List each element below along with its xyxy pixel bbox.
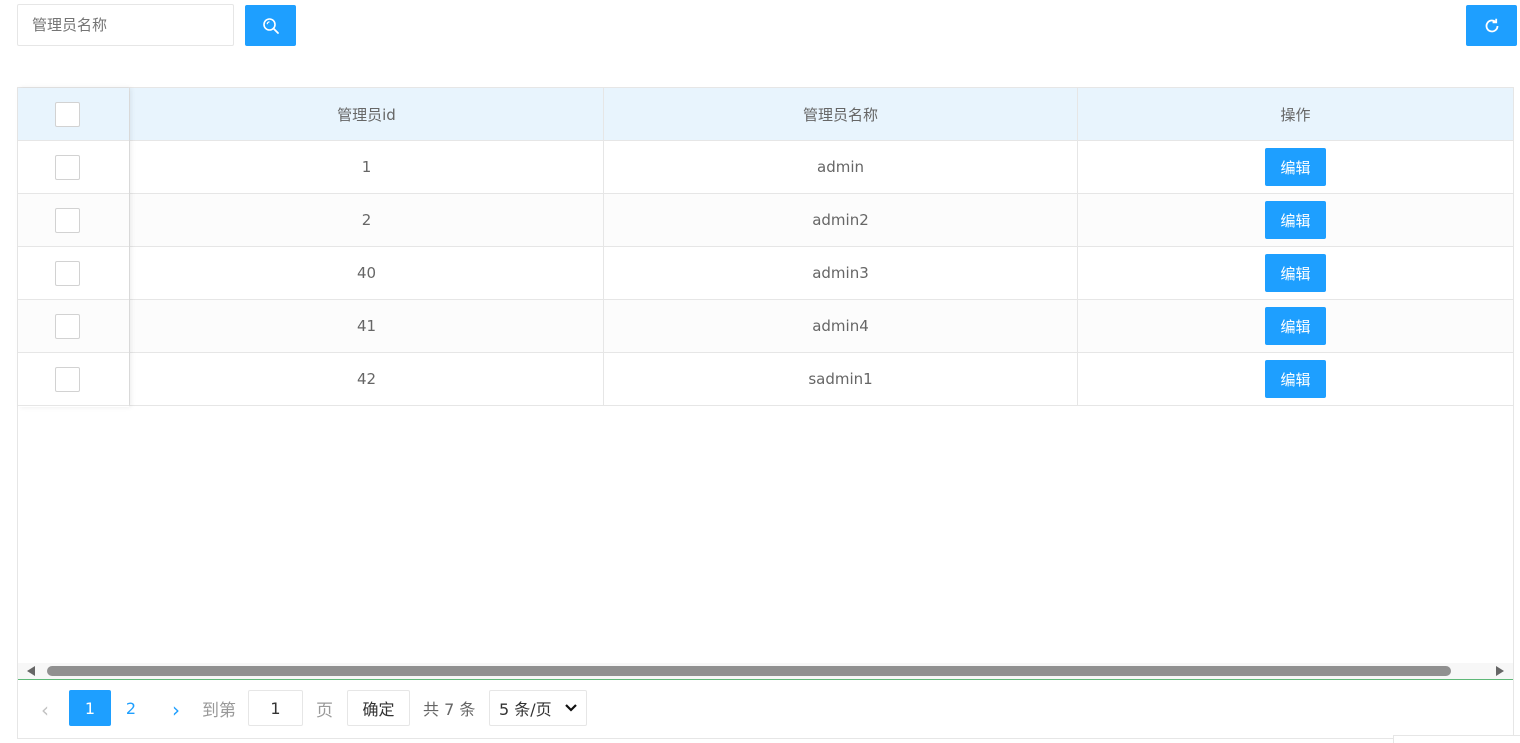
admin-name-cell: admin: [603, 141, 1077, 193]
page-size-value: 5 条/页: [499, 700, 552, 719]
table-row: 42 sadmin1 编辑: [18, 353, 1513, 406]
admin-id-cell: 1: [129, 141, 603, 193]
table-row: 1 admin 编辑: [18, 141, 1513, 194]
total-count: 共 7 条: [423, 700, 476, 719]
search-input[interactable]: [17, 4, 234, 46]
goto-label: 到第: [202, 700, 236, 721]
goto-page-input[interactable]: [248, 690, 303, 726]
table-row: 40 admin3 编辑: [18, 247, 1513, 300]
scroll-right-icon[interactable]: [1496, 666, 1504, 676]
next-page-button[interactable]: ›: [165, 693, 187, 727]
corner-fragment: [1393, 735, 1520, 743]
prev-page-button[interactable]: ‹: [34, 693, 56, 727]
horizontal-scrollbar[interactable]: [18, 663, 1513, 679]
admin-name-cell: admin3: [603, 247, 1077, 299]
refresh-button[interactable]: [1466, 5, 1517, 46]
page-unit-label: 页: [316, 700, 333, 721]
admin-list-page: 管理员id 管理员名称 操作 1 admin 编辑 2 admin2 编辑 40…: [0, 0, 1520, 743]
admin-id-cell: 41: [129, 300, 603, 352]
edit-button[interactable]: 编辑: [1265, 360, 1326, 398]
table-row: 41 admin4 编辑: [18, 300, 1513, 353]
refresh-icon: [1485, 18, 1498, 32]
chevron-down-icon: [565, 704, 577, 712]
search-button[interactable]: [245, 5, 296, 46]
admin-name-cell: admin2: [603, 194, 1077, 246]
row-checkbox[interactable]: [55, 260, 80, 286]
row-checkbox[interactable]: [55, 207, 80, 233]
admin-id-cell: 42: [129, 353, 603, 405]
admin-name-cell: sadmin1: [603, 353, 1077, 405]
edit-button[interactable]: 编辑: [1265, 254, 1326, 292]
row-checkbox[interactable]: [55, 366, 80, 392]
admin-table: 管理员id 管理员名称 操作 1 admin 编辑 2 admin2 编辑 40…: [17, 87, 1514, 739]
column-header-name: 管理员名称: [603, 88, 1077, 140]
goto-confirm-button[interactable]: 确定: [347, 690, 410, 726]
scroll-left-icon[interactable]: [27, 666, 35, 676]
select-all-checkbox[interactable]: [55, 101, 80, 127]
column-header-id: 管理员id: [129, 88, 603, 140]
search-icon: [262, 17, 279, 34]
column-header-action: 操作: [1077, 88, 1513, 140]
page-2-button[interactable]: 2: [114, 690, 148, 726]
scrollbar-thumb[interactable]: [47, 666, 1451, 676]
edit-button[interactable]: 编辑: [1265, 307, 1326, 345]
table-header: 管理员id 管理员名称 操作: [18, 88, 1513, 141]
admin-name-cell: admin4: [603, 300, 1077, 352]
edit-button[interactable]: 编辑: [1265, 201, 1326, 239]
page-size-select[interactable]: 5 条/页: [489, 690, 587, 726]
table-row: 2 admin2 编辑: [18, 194, 1513, 247]
row-checkbox[interactable]: [55, 154, 80, 180]
admin-id-cell: 40: [129, 247, 603, 299]
row-checkbox[interactable]: [55, 313, 80, 339]
admin-id-cell: 2: [129, 194, 603, 246]
edit-button[interactable]: 编辑: [1265, 148, 1326, 186]
pagination: ‹ 1 2 › 到第 页 确定 共 7 条 5 条/页: [18, 679, 1513, 738]
page-1-button[interactable]: 1: [69, 690, 111, 726]
